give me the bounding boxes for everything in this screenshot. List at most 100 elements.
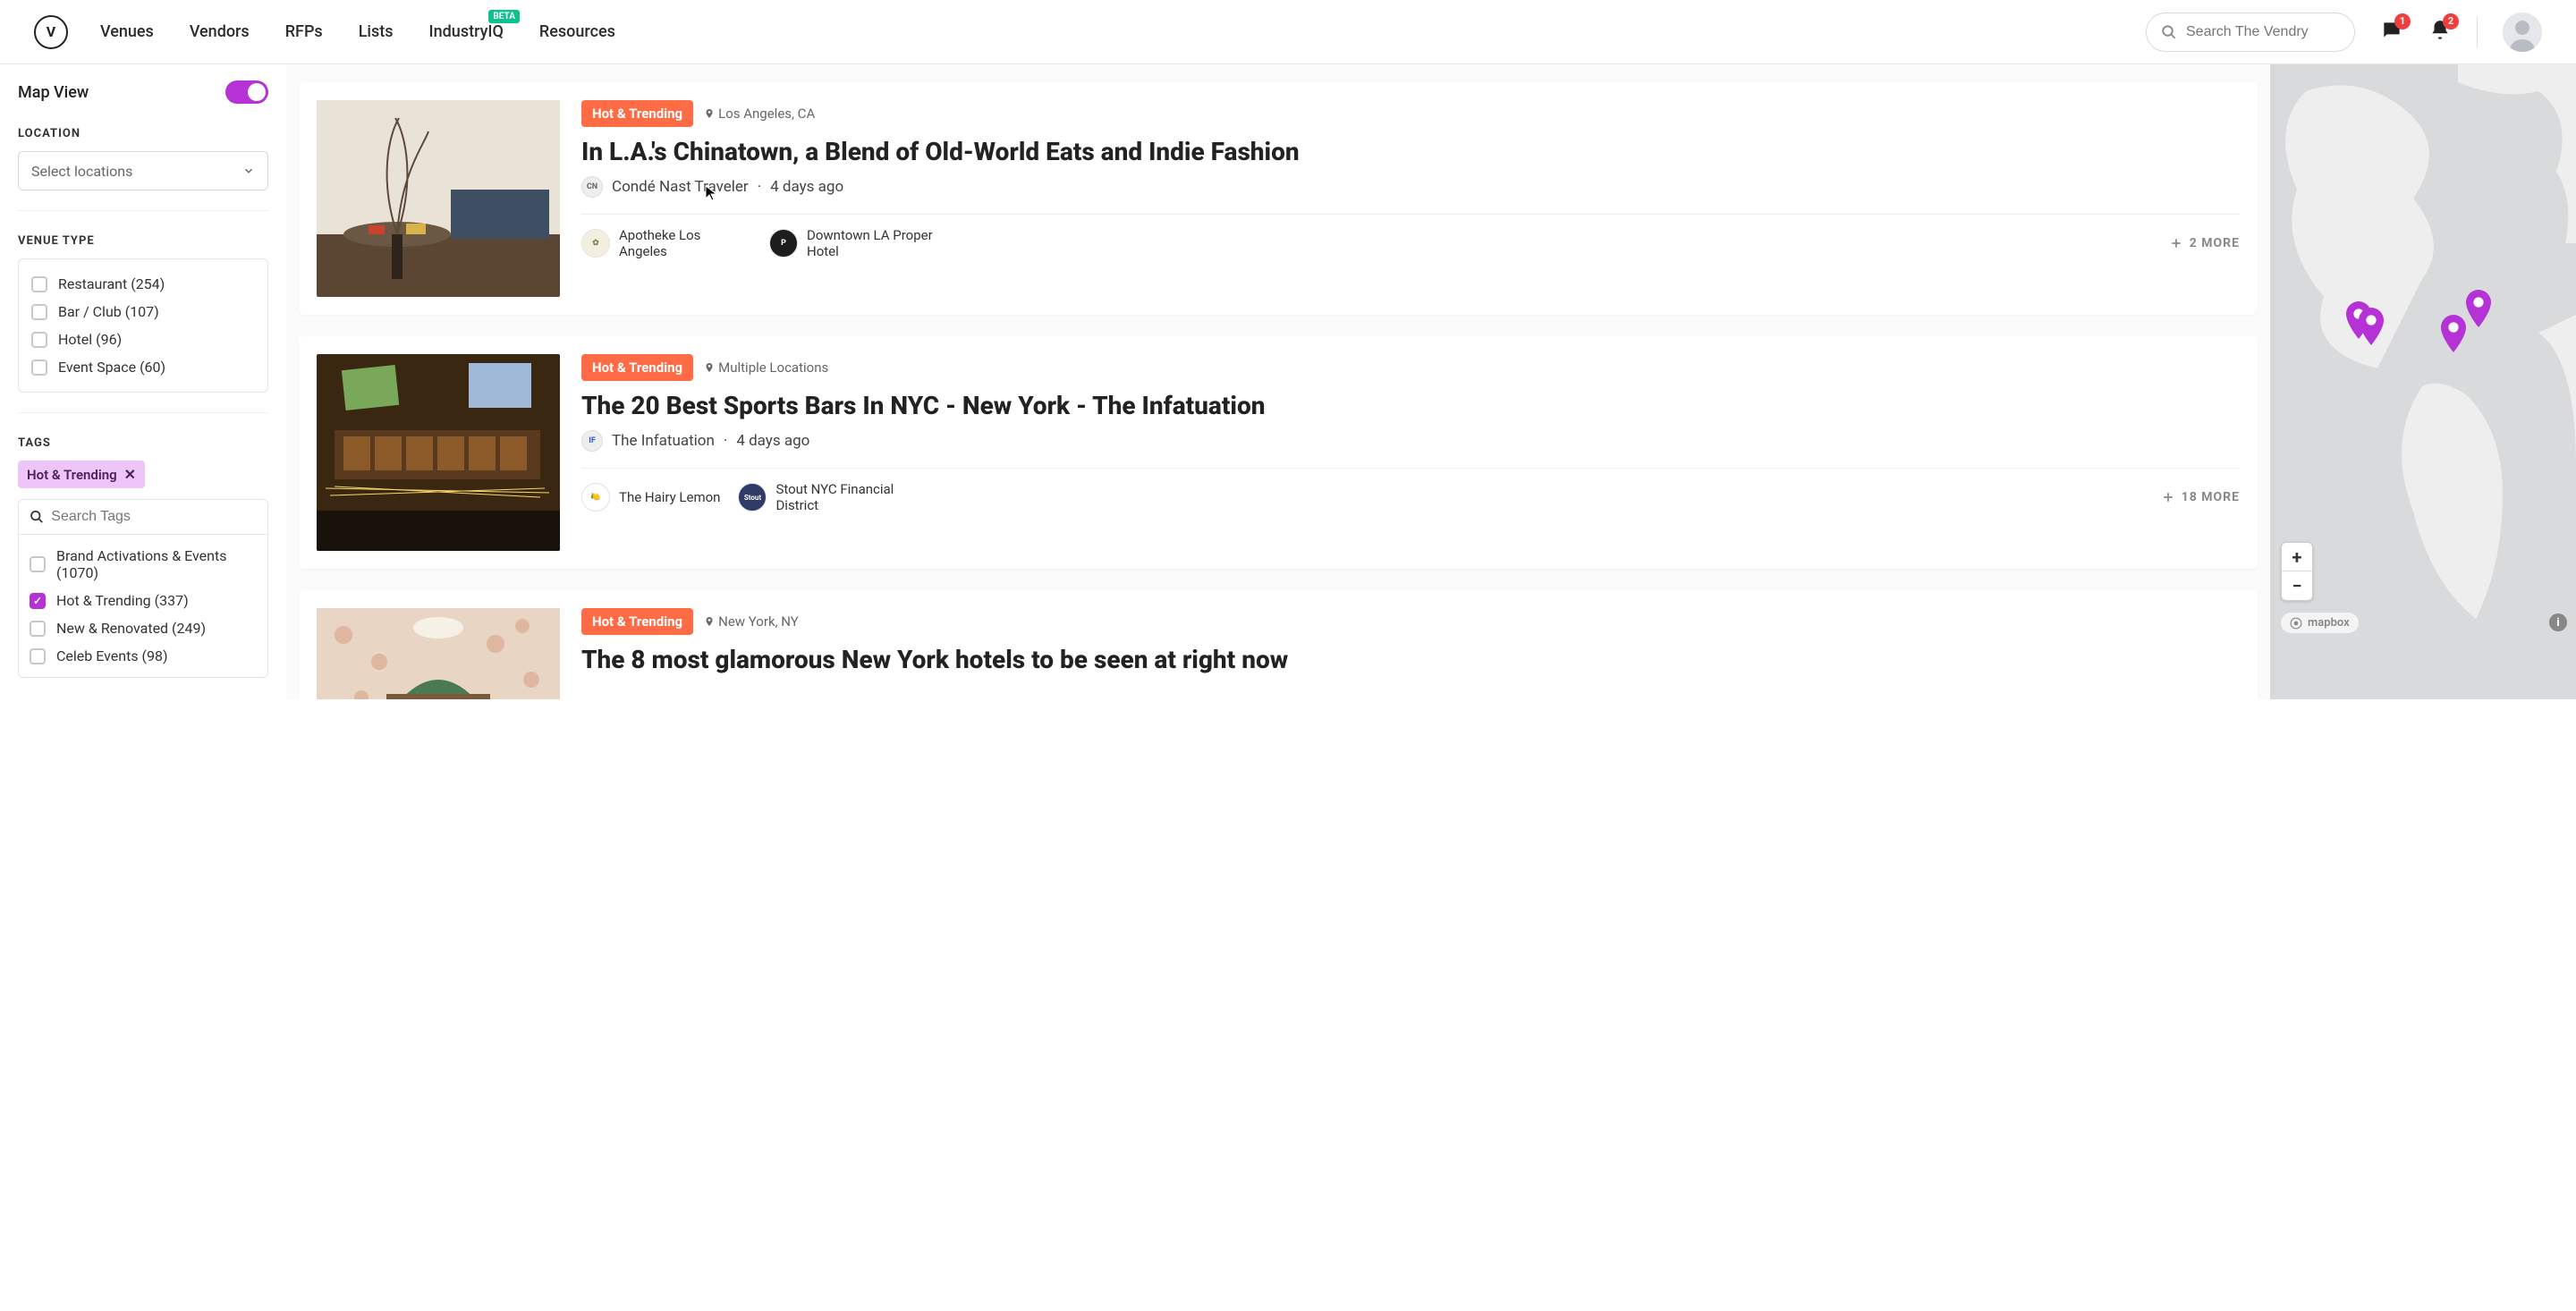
brand-logo-letter: V bbox=[47, 23, 55, 40]
active-tag-chip[interactable]: Hot & Trending ✕ bbox=[18, 461, 145, 488]
nav-rfps[interactable]: RFPs bbox=[285, 22, 323, 41]
tag-search-input[interactable] bbox=[51, 509, 257, 525]
messages-button[interactable]: 1 bbox=[2380, 19, 2403, 46]
map-zoom-controls: + − bbox=[2281, 542, 2313, 601]
search-icon bbox=[30, 509, 44, 525]
venue-link[interactable]: PDowntown LA Proper Hotel bbox=[769, 227, 939, 259]
more-venues-label: 18 MORE bbox=[2182, 490, 2240, 504]
result-location-text: Multiple Locations bbox=[718, 359, 828, 376]
tag-option-label: Celeb Events (98) bbox=[56, 647, 168, 664]
related-venues: ✿Apotheke Los Angeles PDowntown LA Prope… bbox=[581, 227, 2240, 259]
venue-logo-icon: ✿ bbox=[581, 229, 610, 258]
venue-type-event-space[interactable]: Event Space (60) bbox=[31, 353, 255, 381]
source-logo-icon: CN bbox=[581, 176, 603, 198]
source-name: The Infatuation bbox=[612, 432, 715, 450]
divider bbox=[581, 214, 2240, 215]
checkbox-icon bbox=[30, 648, 46, 664]
results-list: Hot & Trending Los Angeles, CA In L.A.'s… bbox=[286, 64, 2270, 699]
result-title: The 20 Best Sports Bars In NYC - New Yor… bbox=[581, 390, 2240, 421]
filters-sidebar: Map View LOCATION Select locations VENUE… bbox=[0, 64, 286, 699]
tag-brand-activations[interactable]: Brand Activations & Events (1070) bbox=[30, 542, 257, 587]
source-name: Condé Nast Traveler bbox=[612, 178, 749, 196]
venue-name: Stout NYC Financial District bbox=[775, 481, 908, 513]
brand-logo[interactable]: V bbox=[34, 15, 68, 49]
nav-vendors[interactable]: Vendors bbox=[190, 22, 250, 41]
venue-logo-icon: P bbox=[769, 229, 798, 258]
divider bbox=[18, 210, 268, 211]
result-time: 4 days ago bbox=[770, 178, 843, 196]
pin-icon bbox=[704, 361, 715, 374]
mapbox-attribution[interactable]: mapbox bbox=[2281, 613, 2359, 633]
nav-venues[interactable]: Venues bbox=[100, 22, 154, 41]
mapbox-label: mapbox bbox=[2308, 616, 2350, 630]
tag-celeb-events[interactable]: Celeb Events (98) bbox=[30, 642, 257, 670]
map-zoom-out[interactable]: − bbox=[2282, 571, 2312, 600]
nav-industryiq[interactable]: IndustryIQ BETA bbox=[429, 22, 504, 41]
more-venues-button[interactable]: 2 MORE bbox=[2170, 236, 2240, 250]
map-pin[interactable] bbox=[2356, 308, 2386, 345]
dot: · bbox=[724, 432, 727, 450]
tag-new-renovated[interactable]: New & Renovated (249) bbox=[30, 614, 257, 642]
result-location-text: New York, NY bbox=[718, 613, 799, 630]
beta-badge: BETA bbox=[488, 10, 520, 23]
location-select-placeholder: Select locations bbox=[31, 163, 132, 180]
venue-type-label: Hotel (96) bbox=[58, 331, 122, 348]
map-view-label: Map View bbox=[18, 83, 89, 102]
nav-resources[interactable]: Resources bbox=[539, 22, 615, 41]
nav-lists[interactable]: Lists bbox=[359, 22, 394, 41]
result-location: Los Angeles, CA bbox=[704, 106, 815, 122]
mapbox-icon bbox=[2290, 617, 2302, 630]
global-search[interactable] bbox=[2146, 13, 2355, 52]
checkbox-icon bbox=[31, 276, 47, 292]
divider bbox=[18, 412, 268, 413]
global-search-input[interactable] bbox=[2186, 24, 2340, 40]
result-card[interactable]: Hot & Trending New York, NY The 8 most g… bbox=[299, 590, 2258, 699]
header: V Venues Vendors RFPs Lists IndustryIQ B… bbox=[0, 0, 2576, 64]
dot: · bbox=[758, 178, 761, 196]
checkbox-icon bbox=[31, 332, 47, 348]
tag-search[interactable] bbox=[18, 499, 268, 534]
result-thumbnail bbox=[317, 100, 560, 297]
result-card[interactable]: Hot & Trending Multiple Locations The 20… bbox=[299, 336, 2258, 569]
venue-logo-icon: Stout bbox=[738, 483, 767, 512]
map-pane[interactable]: + − mapbox i bbox=[2270, 64, 2576, 699]
result-card[interactable]: Hot & Trending Los Angeles, CA In L.A.'s… bbox=[299, 82, 2258, 315]
more-venues-button[interactable]: 18 MORE bbox=[2162, 490, 2240, 504]
location-select[interactable]: Select locations bbox=[18, 151, 268, 190]
venue-type-hotel[interactable]: Hotel (96) bbox=[31, 326, 255, 353]
map-view-toggle[interactable] bbox=[225, 80, 268, 104]
more-venues-label: 2 MORE bbox=[2190, 236, 2240, 250]
result-location-text: Los Angeles, CA bbox=[718, 106, 815, 122]
user-avatar[interactable] bbox=[2503, 13, 2542, 52]
venue-type-label: Restaurant (254) bbox=[58, 275, 165, 292]
venue-type-bar-club[interactable]: Bar / Club (107) bbox=[31, 298, 255, 326]
checkbox-icon bbox=[31, 359, 47, 376]
checkbox-icon bbox=[30, 621, 46, 637]
messages-badge: 1 bbox=[2394, 13, 2411, 30]
tag-pill: Hot & Trending bbox=[581, 354, 693, 381]
header-divider bbox=[2477, 17, 2478, 47]
chevron-down-icon bbox=[242, 165, 255, 177]
venue-link[interactable]: 🍋The Hairy Lemon bbox=[581, 483, 720, 512]
notifications-button[interactable]: 2 bbox=[2428, 19, 2452, 46]
tag-option-label: Brand Activations & Events (1070) bbox=[56, 547, 257, 581]
tag-hot-trending[interactable]: Hot & Trending (337) bbox=[30, 587, 257, 614]
map-info-button[interactable]: i bbox=[2549, 613, 2567, 631]
map-pin[interactable] bbox=[2463, 290, 2494, 327]
venue-type-restaurant[interactable]: Restaurant (254) bbox=[31, 270, 255, 298]
venue-link[interactable]: ✿Apotheke Los Angeles bbox=[581, 227, 751, 259]
venue-type-list: Restaurant (254) Bar / Club (107) Hotel … bbox=[18, 258, 268, 393]
venue-type-label: Event Space (60) bbox=[58, 359, 165, 376]
remove-tag-icon[interactable]: ✕ bbox=[124, 466, 136, 483]
map-canvas[interactable] bbox=[2270, 64, 2576, 699]
tag-option-label: New & Renovated (249) bbox=[56, 620, 206, 637]
map-zoom-in[interactable]: + bbox=[2282, 543, 2312, 571]
result-title: In L.A.'s Chinatown, a Blend of Old-Worl… bbox=[581, 136, 2240, 167]
venue-link[interactable]: Stout Stout NYC Financial District bbox=[738, 481, 908, 513]
venue-type-label: Bar / Club (107) bbox=[58, 303, 159, 320]
result-source: IF The Infatuation · 4 days ago bbox=[581, 430, 2240, 452]
tag-options-list: Brand Activations & Events (1070) Hot & … bbox=[18, 534, 268, 678]
checkbox-icon bbox=[30, 556, 46, 572]
search-icon bbox=[2161, 24, 2177, 40]
venue-name: The Hairy Lemon bbox=[619, 489, 720, 505]
